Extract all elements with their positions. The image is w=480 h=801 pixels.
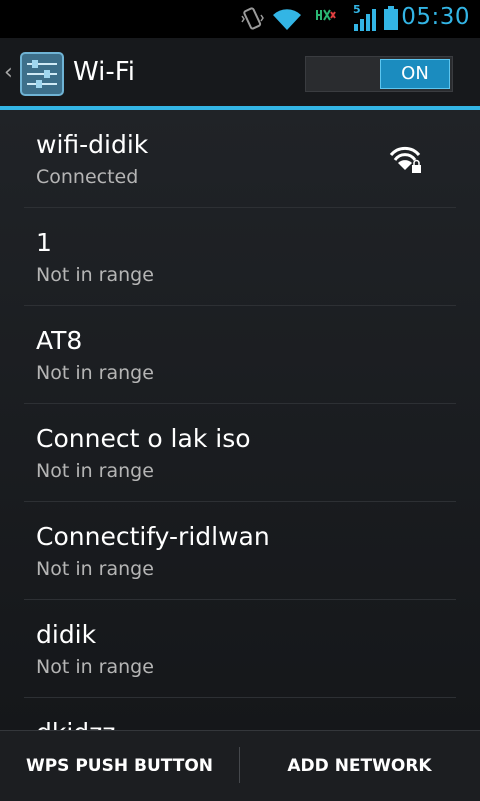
network-status: Not in range (36, 460, 154, 482)
network-ssid: dkidzz (36, 718, 115, 730)
status-bar: 5 05:30 (0, 0, 480, 38)
battery-icon (384, 6, 398, 30)
network-type-label: 5 (353, 3, 361, 16)
bottom-action-bar: WPS PUSH BUTTON ADD NETWORK (0, 730, 480, 801)
status-time: 05:30 (401, 4, 470, 30)
wps-push-button[interactable]: WPS PUSH BUTTON (0, 731, 239, 801)
network-item[interactable]: didik Not in range (24, 600, 456, 698)
network-ssid: Connect o lak iso (36, 424, 251, 453)
network-status: Not in range (36, 362, 154, 384)
add-network-button[interactable]: ADD NETWORK (240, 731, 479, 801)
network-item[interactable]: Connectify-ridlwan Not in range (24, 502, 456, 600)
cell-signal-icon: 5 (352, 3, 376, 32)
vibrate-icon (241, 7, 264, 30)
settings-icon[interactable] (20, 52, 64, 96)
network-ssid: AT8 (36, 326, 83, 355)
network-ssid: wifi-didik (36, 130, 149, 159)
toggle-on-label: ON (380, 59, 450, 89)
network-item[interactable]: Connect o lak iso Not in range (24, 404, 456, 502)
network-item[interactable]: 1 Not in range (24, 208, 456, 306)
network-ssid: 1 (36, 228, 52, 257)
network-item-wifi-didik[interactable]: wifi-didik Connected (24, 110, 456, 208)
data-activity-icon (316, 9, 336, 21)
page-title: Wi-Fi (73, 57, 136, 87)
back-chevron-icon[interactable]: ‹ (4, 60, 13, 85)
network-list: wifi-didik Connected 1 Not in range AT8 … (0, 110, 480, 730)
network-item[interactable]: dkidzz (24, 698, 456, 730)
wifi-signal-lock-icon (389, 146, 421, 173)
network-status: Not in range (36, 656, 154, 678)
network-ssid: didik (36, 620, 97, 649)
network-status: Not in range (36, 558, 154, 580)
network-status: Connected (36, 166, 139, 188)
network-item[interactable]: AT8 Not in range (24, 306, 456, 404)
network-status: Not in range (36, 264, 154, 286)
wifi-icon (273, 9, 301, 31)
wifi-toggle[interactable]: ON (305, 56, 453, 92)
network-ssid: Connectify-ridlwan (36, 522, 270, 551)
